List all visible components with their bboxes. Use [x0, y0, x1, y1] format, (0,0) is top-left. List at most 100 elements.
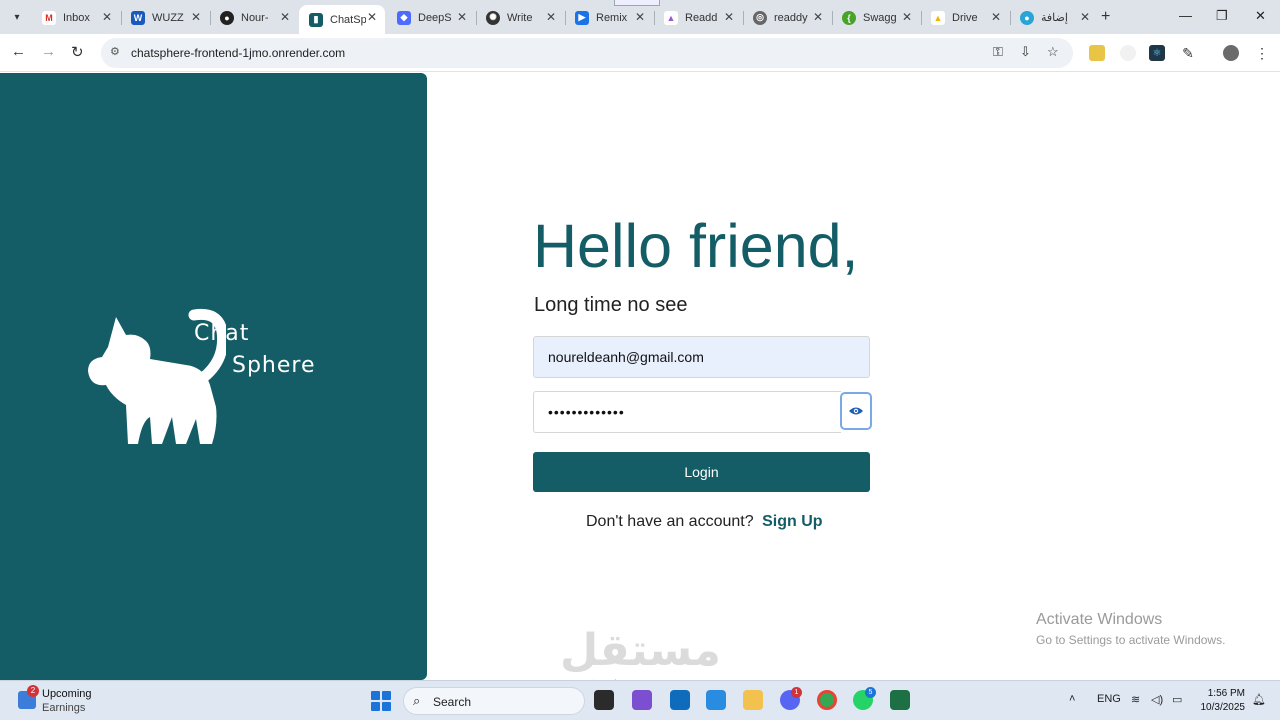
tab-write[interactable]: ✺ Write ✕: [476, 5, 564, 30]
start-button[interactable]: [371, 691, 391, 711]
browser-tab-bar: ▾ M Inbox ✕ W WUZZ ✕ ● Nour- ✕ ▮ ChatSp …: [0, 0, 1280, 34]
close-icon[interactable]: ✕: [813, 10, 823, 24]
extension-tab-icon: ●: [1020, 10, 1034, 25]
react-devtools-icon[interactable]: ⚛: [1149, 45, 1165, 61]
tab-search-button[interactable]: ▾: [6, 6, 28, 28]
tab-drive[interactable]: ▲ Drive ✕: [921, 5, 1009, 30]
globe-icon: ◎: [753, 10, 767, 25]
close-icon[interactable]: ✕: [191, 10, 201, 24]
site-info-icon[interactable]: ⚙: [110, 45, 120, 58]
greeting-subtitle: Long time no see: [534, 294, 688, 316]
terminal-app-icon[interactable]: [594, 690, 614, 710]
tab-readdy[interactable]: ▲ Readd ✕: [654, 5, 742, 30]
close-icon[interactable]: ✕: [724, 10, 734, 24]
menu-kebab-icon[interactable]: ⋮: [1254, 45, 1270, 61]
windows-taskbar: 2 Upcoming Earnings ⌕ Search 1 5 ˄ ENG ≋…: [0, 680, 1280, 720]
excel-app-icon[interactable]: [890, 690, 910, 710]
tab-wuzz[interactable]: W WUZZ ✕: [121, 5, 209, 30]
tab-swagger[interactable]: { Swagg ✕: [832, 5, 920, 30]
activate-windows-title: Activate Windows: [1036, 611, 1163, 628]
close-icon[interactable]: ✕: [1080, 10, 1090, 24]
close-icon[interactable]: ✕: [367, 10, 377, 24]
profile-avatar-icon[interactable]: [1223, 45, 1239, 61]
chevron-down-icon: ▾: [14, 11, 20, 23]
show-hidden-icons-chevron-icon[interactable]: ˄: [1069, 693, 1075, 705]
url-text[interactable]: chatsphere-frontend-1jmo.onrender.com: [131, 46, 345, 60]
close-icon[interactable]: ✕: [991, 10, 1001, 24]
logo-text-chat: Chat: [194, 321, 250, 346]
mostaql-watermark-logo: مستقل: [560, 625, 721, 676]
toggle-password-visibility-button[interactable]: [840, 392, 872, 430]
chatsphere-logo: Chat Sphere: [86, 307, 326, 447]
signup-prompt-row: Don't have an account? Sign Up: [586, 513, 823, 531]
extension-round-icon[interactable]: [1120, 45, 1136, 61]
page-content: Chat Sphere Hello friend, Long time no s…: [0, 73, 1280, 692]
close-icon[interactable]: ✕: [635, 10, 645, 24]
chat-icon: ▮: [309, 12, 323, 27]
close-icon[interactable]: ✕: [902, 10, 912, 24]
search-label: Search: [433, 695, 472, 709]
extension-folder-icon[interactable]: [1089, 45, 1105, 61]
maximize-button[interactable]: ❐: [1216, 8, 1228, 24]
tab-remix[interactable]: ▶ Remix ✕: [565, 5, 653, 30]
file-explorer-app-icon[interactable]: [743, 690, 763, 710]
bookmark-star-icon[interactable]: ☆: [1047, 44, 1059, 60]
tab-github[interactable]: ● Nour- ✕: [210, 5, 298, 30]
login-button[interactable]: Login: [533, 452, 870, 492]
close-window-button[interactable]: ✕: [1255, 8, 1266, 24]
widget-subtitle: Earnings: [42, 702, 86, 714]
greeting-heading: Hello friend,: [533, 212, 859, 280]
tab-deepseek[interactable]: ◆ DeepS ✕: [387, 5, 475, 30]
windows-logo-icon: [371, 691, 380, 700]
readdy-icon: ▲: [664, 10, 678, 25]
widget-title: Upcoming: [42, 688, 92, 700]
tab-chatsphere[interactable]: ▮ ChatSp ✕: [299, 5, 385, 34]
chrome-app-icon[interactable]: [817, 690, 837, 710]
new-tab-button[interactable]: +: [1101, 8, 1110, 26]
system-clock[interactable]: 1:56 PM 10/3/2025: [1195, 687, 1246, 715]
close-icon[interactable]: ✕: [546, 10, 556, 24]
github-icon: ●: [220, 10, 234, 25]
battery-icon[interactable]: ▭: [1172, 693, 1182, 706]
close-icon[interactable]: ✕: [280, 10, 290, 24]
deepseek-icon: ◆: [397, 10, 411, 25]
brand-panel: Chat Sphere: [0, 73, 427, 680]
logo-text-sphere: Sphere: [232, 353, 316, 378]
signup-link[interactable]: Sign Up: [762, 513, 822, 530]
widget-badge: 2: [27, 685, 39, 697]
reload-button[interactable]: ↻: [71, 43, 84, 61]
close-icon[interactable]: ✕: [102, 10, 112, 24]
tab-readdy-2[interactable]: ◎ readdy ✕: [743, 5, 831, 30]
email-field[interactable]: [533, 336, 870, 378]
search-icon: ⌕: [413, 693, 421, 708]
remix-icon: ▶: [575, 10, 589, 25]
eye-icon: [849, 407, 863, 415]
tab-inbox[interactable]: M Inbox ✕: [32, 5, 120, 30]
volume-icon[interactable]: ◁): [1151, 693, 1163, 706]
word-icon: W: [131, 10, 145, 25]
password-field[interactable]: [533, 391, 841, 433]
signup-prompt-text: Don't have an account?: [586, 513, 754, 530]
chatgpt-icon: ✺: [486, 10, 500, 25]
vscode-app-icon[interactable]: [706, 690, 726, 710]
taskbar-search-box[interactable]: ⌕ Search: [403, 687, 585, 715]
password-key-icon[interactable]: ⚿: [993, 44, 1003, 60]
visual-studio-app-icon[interactable]: [632, 690, 652, 710]
install-app-icon[interactable]: ⇩: [1020, 44, 1031, 60]
swagger-icon: {: [842, 10, 856, 25]
tab-extension[interactable]: ● إضافة ✕: [1010, 5, 1098, 30]
clock-time: 1:56 PM: [1207, 688, 1245, 699]
browser-toolbar: ← → ↻ ⚙ chatsphere-frontend-1jmo.onrende…: [0, 34, 1280, 72]
notifications-bell-icon[interactable]: 🔔︎: [1252, 693, 1266, 706]
close-icon[interactable]: ✕: [457, 10, 467, 24]
forward-button[interactable]: →: [41, 43, 56, 60]
language-indicator[interactable]: ENG: [1097, 693, 1121, 705]
minimize-button[interactable]: —: [1179, 8, 1192, 23]
whatsapp-badge: 5: [865, 687, 876, 698]
extensions-puzzle-icon[interactable]: ✎: [1180, 45, 1196, 61]
address-bar[interactable]: ⚙ chatsphere-frontend-1jmo.onrender.com …: [101, 38, 1073, 68]
back-button[interactable]: ←: [11, 43, 26, 60]
wifi-icon[interactable]: ≋: [1131, 693, 1140, 706]
clock-date: 10/3/2025: [1200, 702, 1246, 713]
outlook-app-icon[interactable]: [670, 690, 690, 710]
